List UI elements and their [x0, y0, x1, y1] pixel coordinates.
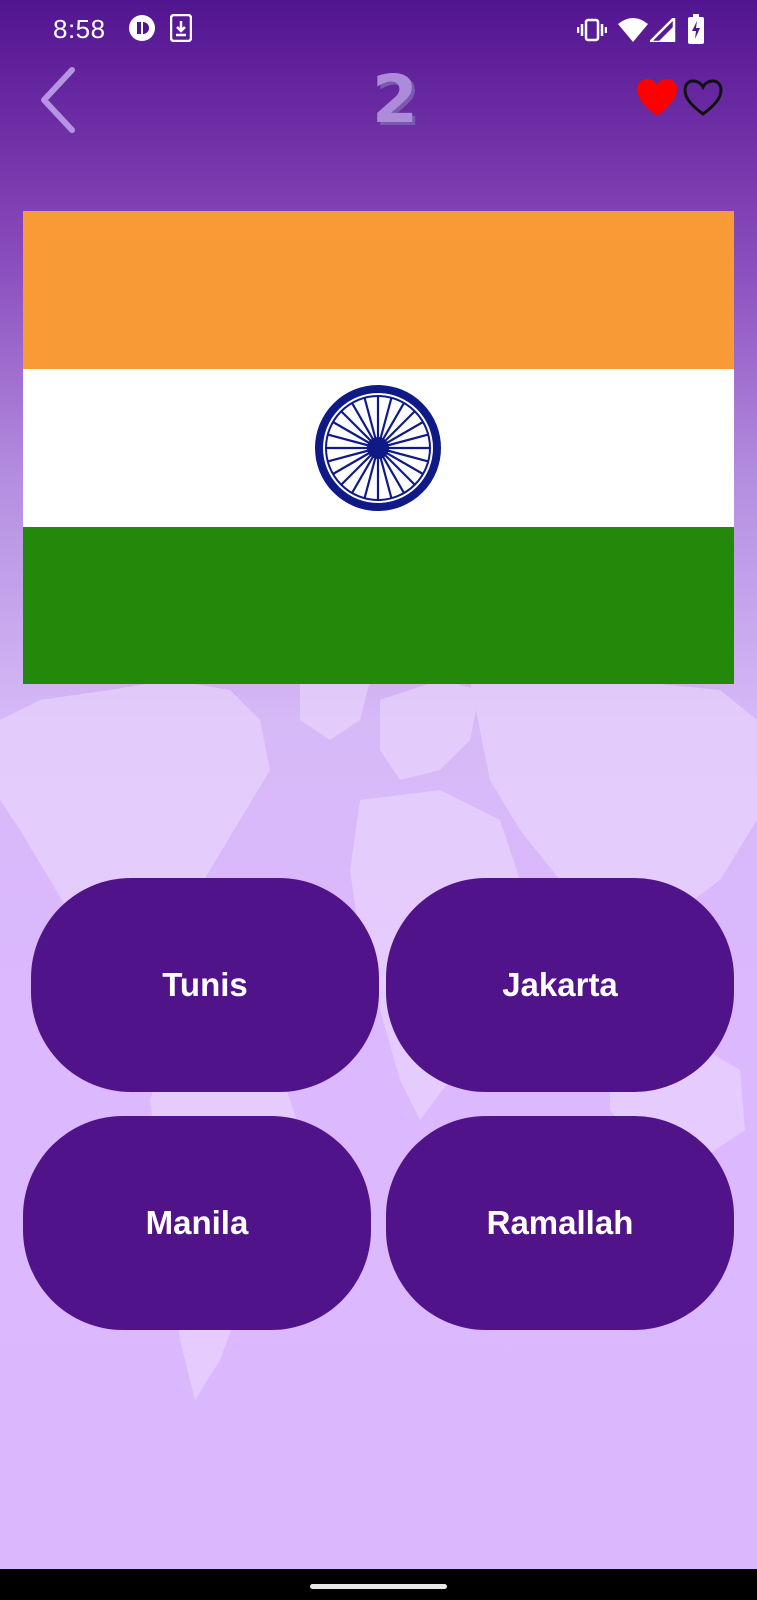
heart-filled-icon — [636, 78, 678, 118]
flag-band-green — [23, 527, 734, 684]
download-icon — [169, 13, 193, 47]
wifi-icon — [618, 18, 648, 47]
status-time: 8:58 — [53, 14, 106, 44]
ashoka-chakra-icon — [315, 385, 441, 511]
signal-icon — [648, 16, 676, 47]
chevron-left-icon — [41, 67, 75, 133]
battery-charging-icon — [688, 14, 704, 49]
answer-button-jakarta[interactable]: Jakarta — [386, 878, 734, 1092]
flag-band-saffron — [23, 211, 734, 369]
vibrate-icon — [576, 18, 608, 47]
status-bar: 8:58 — [0, 0, 757, 62]
home-indicator[interactable] — [310, 1584, 447, 1589]
app-notification-icon — [128, 14, 156, 47]
lives-indicator — [636, 78, 726, 118]
navigation-bar — [0, 1569, 757, 1600]
answer-button-tunis[interactable]: Tunis — [31, 878, 379, 1092]
answer-button-manila[interactable]: Manila — [23, 1116, 371, 1330]
answer-button-ramallah[interactable]: Ramallah — [386, 1116, 734, 1330]
heart-outline-icon — [682, 78, 724, 118]
back-button[interactable] — [34, 64, 94, 136]
level-number: 2 — [372, 61, 418, 138]
country-flag-image — [23, 211, 734, 684]
